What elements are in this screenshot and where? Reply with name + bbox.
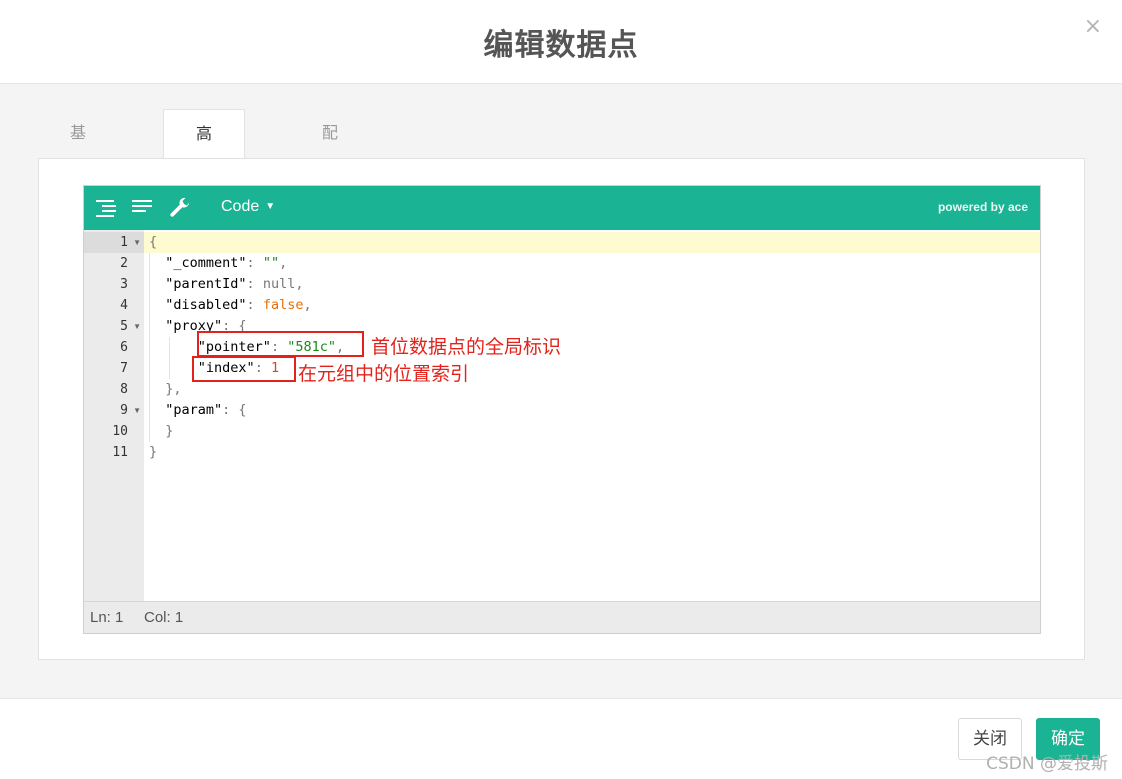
- code-line: {: [149, 234, 158, 250]
- tab-config-help[interactable]: 配置说明: [290, 109, 370, 286]
- dialog-body: 基本配置 高级配置 配置说明: [0, 84, 1122, 698]
- powered-by-label: powered by ace: [937, 200, 1028, 214]
- annotation-box-pointer: [197, 331, 364, 357]
- compact-icon[interactable]: [130, 196, 154, 220]
- cursor-col: Col: 1: [144, 609, 184, 626]
- editor-toolbar: Code ▼ powered by ace: [84, 186, 1040, 230]
- mode-label: Code: [221, 198, 260, 215]
- line-number: 4: [120, 298, 128, 313]
- dialog-header: 编辑数据点 ×: [0, 0, 1122, 84]
- fold-arrow-icon[interactable]: ▼: [133, 232, 141, 253]
- line-number: 7: [120, 361, 128, 376]
- line-number: 10: [112, 424, 128, 439]
- line-gutter: 1 ▼ 2 3 4 5 ▼ 6 7 8 9 ▼ 10 11: [84, 230, 144, 601]
- code-area[interactable]: { "_comment": "", "parentId": null, "dis…: [144, 230, 1040, 601]
- tab-basic-config[interactable]: 基本配置: [38, 109, 118, 286]
- repair-icon[interactable]: [168, 196, 192, 220]
- close-icon[interactable]: ×: [1084, 14, 1102, 39]
- fold-arrow-icon[interactable]: ▼: [133, 400, 141, 421]
- line-number: 3: [120, 277, 128, 292]
- dialog-title: 编辑数据点: [483, 28, 639, 63]
- tab-panel: Code ▼ powered by ace 1 ▼ 2 3 4 5 ▼ 6 7 8…: [38, 158, 1085, 660]
- annotation-pointer: 首位数据点的全局标识: [371, 336, 562, 358]
- active-line-highlight: [144, 232, 1040, 253]
- editor-statusbar: Ln: 1 Col: 1: [84, 601, 1040, 633]
- cursor-line: Ln: 1: [90, 609, 124, 626]
- watermark: CSDN @爱投斯: [986, 754, 1108, 774]
- annotation-box-index: [192, 356, 296, 382]
- code-line: }: [165, 423, 174, 439]
- line-number: 2: [120, 256, 128, 271]
- line-number: 8: [120, 382, 128, 397]
- mode-selector[interactable]: Code ▼: [221, 198, 275, 216]
- caret-down-icon: ▼: [265, 201, 276, 212]
- fold-arrow-icon[interactable]: ▼: [133, 316, 141, 337]
- code-line: "disabled": false,: [165, 297, 312, 313]
- annotation-index: 在元组中的位置索引: [298, 363, 470, 385]
- line-number: 5: [120, 319, 128, 334]
- dialog-footer: 关闭 确定: [0, 698, 1122, 779]
- json-editor: Code ▼ powered by ace 1 ▼ 2 3 4 5 ▼ 6 7 8…: [83, 185, 1041, 634]
- tab-advanced-config[interactable]: 高级配置: [163, 109, 246, 287]
- code-line: "param": {: [165, 402, 247, 418]
- line-number: 6: [120, 340, 128, 355]
- code-line: }: [149, 444, 158, 460]
- line-number: 1: [120, 235, 128, 250]
- code-line: "parentId": null,: [165, 276, 304, 292]
- format-icon[interactable]: [94, 196, 118, 220]
- code-line: },: [165, 381, 182, 397]
- line-number: 9: [120, 403, 128, 418]
- code-line: "_comment": "",: [165, 255, 288, 271]
- line-number: 11: [112, 445, 128, 460]
